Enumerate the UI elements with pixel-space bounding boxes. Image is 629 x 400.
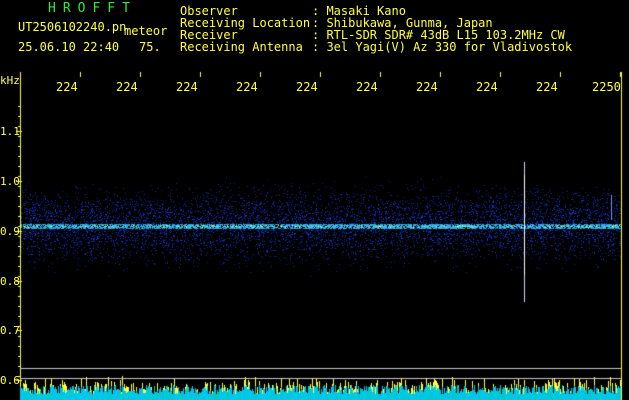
time-tick-label: 224 <box>236 80 258 94</box>
freq-tick-label: 0.9 <box>0 225 20 238</box>
freq-tick-label: 0.7 <box>0 324 20 337</box>
time-tick-label: 224 <box>176 80 198 94</box>
datetime: 25.06.10 22:40 <box>18 40 120 54</box>
spectrogram <box>0 0 629 400</box>
freq-tick-label: 0.8 <box>0 275 20 288</box>
antenna-value: : 3el Yagi(V) Az 330 for Vladivostok <box>312 40 573 54</box>
time-tick-label: 224 <box>56 80 78 94</box>
time-tick-label: 224 <box>296 80 318 94</box>
time-tick-label: 224 <box>536 80 558 94</box>
freq-tick-label: 0.6 <box>0 374 20 387</box>
freq-tick-label: 1.0 <box>0 175 20 188</box>
freq-unit-label: kHz <box>0 74 20 87</box>
meteor-label: meteor <box>124 24 168 38</box>
time-tick-label: 2250 <box>592 80 621 94</box>
time-tick-label: 224 <box>416 80 438 94</box>
antenna-label: Receiving Antenna <box>180 40 303 54</box>
meteor-count: 75. <box>139 40 161 54</box>
time-tick-label: 224 <box>356 80 378 94</box>
program-title: HROFFT <box>48 1 137 16</box>
filename: UT2506102240.pn <box>18 20 127 34</box>
freq-tick-label: 1.1 <box>0 125 20 138</box>
time-tick-label: 224 <box>476 80 498 94</box>
time-tick-label: 224 <box>116 80 138 94</box>
